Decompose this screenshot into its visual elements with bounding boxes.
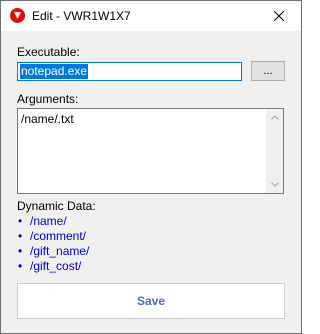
list-item: • /name/ [18,214,89,229]
save-button[interactable]: Save [17,283,285,319]
dynamic-item-comment: /comment/ [30,229,87,243]
list-item: • /comment/ [18,229,89,244]
bullet-icon: • [18,259,23,273]
arguments-label: Arguments: [17,92,79,106]
executable-label: Executable: [17,45,80,59]
list-item: • /gift_name/ [18,244,89,259]
title-bar[interactable]: Edit - VWR1W1X7 [1,1,301,31]
dynamic-data-label: Dynamic Data: [17,199,96,213]
arguments-textarea[interactable]: /name/.txt [17,108,284,194]
bullet-icon: • [18,244,23,258]
chevron-up-icon [270,115,279,120]
dynamic-item-name: /name/ [30,214,67,228]
bullet-icon: • [18,229,23,243]
app-icon [10,8,25,23]
close-button[interactable] [256,1,301,31]
executable-value: notepad.exe [20,64,89,79]
dynamic-item-gift-name: /gift_name/ [30,244,90,258]
executable-input[interactable]: notepad.exe [17,62,242,81]
dynamic-data-list: • /name/ • /comment/ • /gift_name/ • /gift_c… [18,214,89,274]
scroll-up-button[interactable] [266,109,283,126]
arguments-value: /name/.txt [21,112,74,126]
close-icon [273,11,284,21]
arguments-scrollbar[interactable] [266,109,283,193]
dynamic-item-gift-cost: /gift_cost/ [30,259,82,273]
edit-window: Edit - VWR1W1X7 Executable: notepad.exe … [0,0,302,334]
chevron-down-icon [270,182,279,187]
browse-button[interactable]: ... [251,61,285,81]
list-item: • /gift_cost/ [18,259,89,274]
window-title: Edit - VWR1W1X7 [32,9,131,23]
scroll-down-button[interactable] [266,176,283,193]
bullet-icon: • [18,214,23,228]
